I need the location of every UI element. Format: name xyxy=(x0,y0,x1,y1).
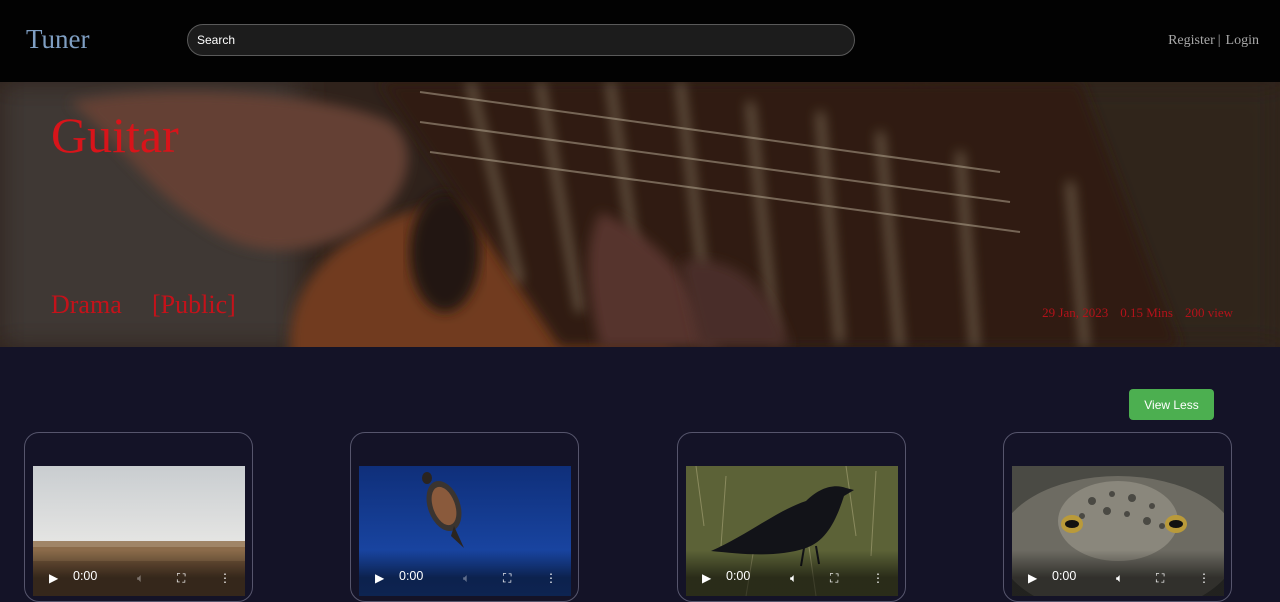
video-time: 0:00 xyxy=(73,569,98,583)
video-card: ▶ 0:00 🔈︎ ⛶ ⋮ xyxy=(1003,432,1232,602)
featured-duration: 0.15 Mins xyxy=(1120,305,1173,320)
login-link[interactable]: Login xyxy=(1226,33,1259,48)
video-controls: ▶ 0:00 🔈︎ ⛶ ⋮ xyxy=(359,550,571,596)
search-input[interactable] xyxy=(187,24,855,56)
play-icon[interactable]: ▶ xyxy=(49,571,58,585)
video-card: ▶ 0:00 🔈︎ ⛶ ⋮ xyxy=(350,432,579,602)
featured-genre: Drama xyxy=(51,290,122,319)
top-navbar: Tuner Register| Login xyxy=(0,0,1280,82)
more-options-icon[interactable]: ⋮ xyxy=(872,571,884,585)
featured-visibility: [Public] xyxy=(152,290,236,319)
more-options-icon[interactable]: ⋮ xyxy=(1198,571,1210,585)
play-icon[interactable]: ▶ xyxy=(1028,571,1037,585)
video-time: 0:00 xyxy=(1052,569,1077,583)
featured-views: 200 view xyxy=(1184,305,1233,320)
play-icon[interactable]: ▶ xyxy=(375,571,384,585)
auth-separator: | xyxy=(1217,33,1221,48)
video-player[interactable]: ▶ 0:00 🔈︎ ⛶ ⋮ xyxy=(686,466,898,596)
video-player[interactable]: ▶ 0:00 🔈︎ ⛶ ⋮ xyxy=(1012,466,1224,596)
more-options-icon[interactable]: ⋮ xyxy=(219,571,231,585)
featured-meta: 29 Jan, 2023 0.15 Mins 200 view xyxy=(1030,305,1233,321)
video-time: 0:00 xyxy=(399,569,424,583)
video-player[interactable]: ▶ 0:00 🔈︎ ⛶ ⋮ xyxy=(359,466,571,596)
featured-title: Guitar xyxy=(51,107,179,163)
video-controls: ▶ 0:00 🔈︎ ⛶ ⋮ xyxy=(686,550,898,596)
more-options-icon[interactable]: ⋮ xyxy=(545,571,557,585)
register-link[interactable]: Register xyxy=(1168,33,1215,48)
featured-date: 29 Jan, 2023 xyxy=(1042,305,1109,320)
video-card: ▶ 0:00 🔈︎ ⛶ ⋮ xyxy=(24,432,253,602)
video-controls: ▶ 0:00 🔈︎ ⛶ ⋮ xyxy=(33,550,245,596)
featured-video-banner[interactable]: Guitar Drama [Public] 29 Jan, 2023 0.15 M… xyxy=(0,82,1280,347)
play-icon[interactable]: ▶ xyxy=(702,571,711,585)
video-controls: ▶ 0:00 🔈︎ ⛶ ⋮ xyxy=(1012,550,1224,596)
video-time: 0:00 xyxy=(726,569,751,583)
view-less-button[interactable]: View Less xyxy=(1129,389,1214,420)
video-player[interactable]: ▶ 0:00 🔈︎ ⛶ ⋮ xyxy=(33,466,245,596)
app-logo[interactable]: Tuner xyxy=(26,24,90,55)
auth-links: Register | Login xyxy=(1168,33,1259,49)
video-card: ▶ 0:00 🔈︎ ⛶ ⋮ xyxy=(677,432,906,602)
